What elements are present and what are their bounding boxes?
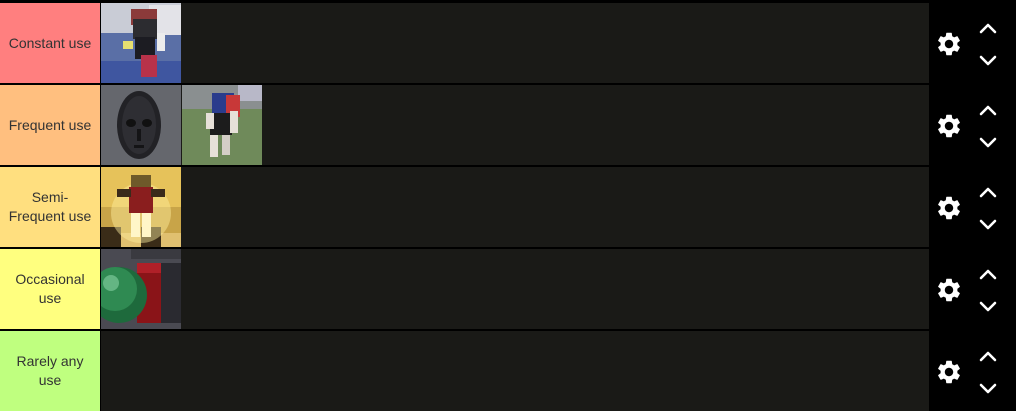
tier-controls — [929, 167, 1016, 247]
gear-icon[interactable] — [935, 358, 963, 386]
tier-row: Frequent use — [0, 85, 1016, 165]
tier-item[interactable] — [101, 3, 181, 83]
gear-icon[interactable] — [935, 194, 963, 222]
roblox-character-grass-image — [182, 85, 262, 165]
tier-row: Semi-Frequent use — [0, 167, 1016, 247]
gear-icon[interactable] — [935, 112, 963, 140]
chevron-up-icon[interactable] — [979, 186, 997, 198]
chevron-down-icon[interactable] — [979, 301, 997, 313]
gear-icon[interactable] — [935, 276, 963, 304]
tier-label[interactable]: Occasional use — [0, 249, 100, 329]
chevron-down-icon[interactable] — [979, 55, 997, 67]
tier-row: Constant use — [0, 3, 1016, 83]
stone-mask-image — [101, 85, 181, 165]
tier-label[interactable]: Semi-Frequent use — [0, 167, 100, 247]
tier-items[interactable] — [101, 249, 929, 329]
tier-row: Occasional use — [0, 249, 1016, 329]
tier-item[interactable] — [182, 85, 262, 165]
roblox-character-cape-image — [101, 3, 181, 83]
tier-items[interactable] — [101, 167, 929, 247]
chevron-down-icon[interactable] — [979, 383, 997, 395]
tier-controls — [929, 331, 1016, 411]
tier-label[interactable]: Frequent use — [0, 85, 100, 165]
tier-item[interactable] — [101, 167, 181, 247]
tier-items[interactable] — [101, 3, 929, 83]
chevron-up-icon[interactable] — [979, 268, 997, 280]
tier-label[interactable]: Constant use — [0, 3, 100, 83]
tier-label[interactable]: Rarely any use — [0, 331, 100, 411]
tier-item[interactable] — [101, 85, 181, 165]
chevron-up-icon[interactable] — [979, 350, 997, 362]
chevron-up-icon[interactable] — [979, 104, 997, 116]
green-orb-image — [101, 249, 181, 329]
tier-controls — [929, 85, 1016, 165]
tier-item[interactable] — [101, 249, 181, 329]
tier-controls — [929, 249, 1016, 329]
tier-controls — [929, 3, 1016, 83]
tier-list: Constant use Frequent use Semi-Frequent … — [0, 0, 1016, 411]
chevron-down-icon[interactable] — [979, 137, 997, 149]
gear-icon[interactable] — [935, 30, 963, 58]
tier-items[interactable] — [101, 85, 929, 165]
tier-items[interactable] — [101, 331, 929, 411]
glowing-character-image — [101, 167, 181, 247]
chevron-up-icon[interactable] — [979, 22, 997, 34]
tier-row: Rarely any use — [0, 331, 1016, 411]
chevron-down-icon[interactable] — [979, 219, 997, 231]
